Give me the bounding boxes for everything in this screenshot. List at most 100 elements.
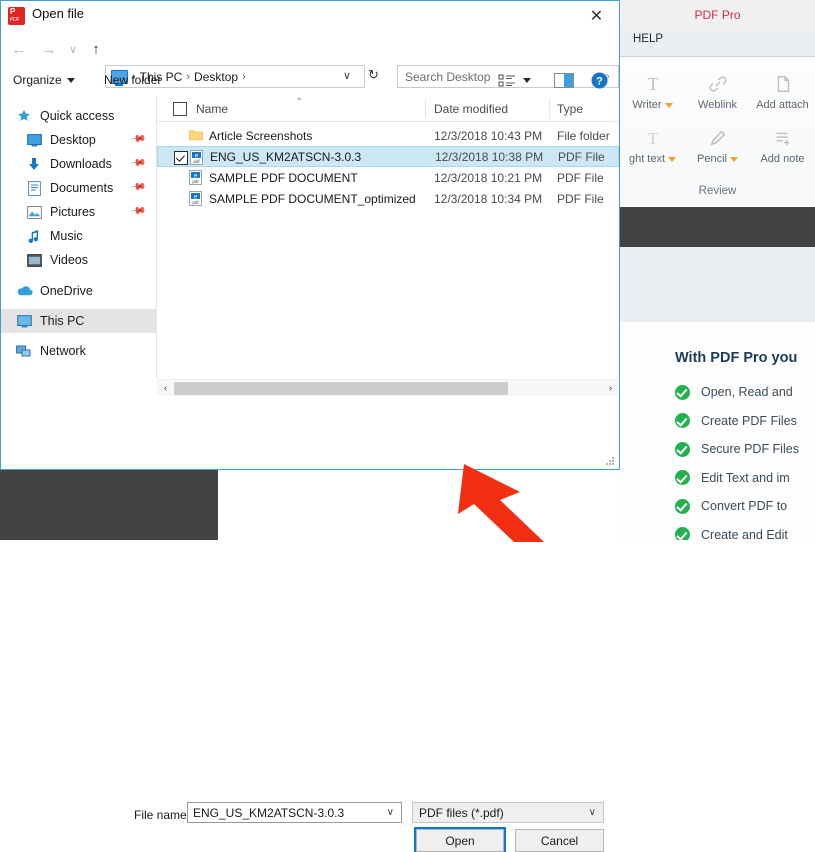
ribbon-button-pencil[interactable]: Pencil bbox=[685, 111, 750, 165]
sidebar-item-documents[interactable]: Documents 📌 bbox=[1, 176, 156, 200]
chevron-down-icon[interactable]: ∨ bbox=[589, 807, 603, 818]
chevron-down-icon[interactable] bbox=[665, 103, 673, 108]
table-row[interactable]: Article Screenshots 12/3/2018 10:43 PM F… bbox=[157, 125, 619, 146]
chevron-down-icon[interactable]: ∨ bbox=[387, 807, 401, 818]
sidebar-item-label: Documents bbox=[50, 181, 113, 195]
organize-button[interactable]: Organize bbox=[13, 73, 75, 87]
chevron-down-icon[interactable] bbox=[668, 157, 676, 162]
attachment-icon bbox=[772, 69, 794, 99]
promo-feature-label: Secure PDF Files bbox=[701, 442, 799, 456]
table-row[interactable]: epdf SAMPLE PDF DOCUMENT 12/3/2018 10:21… bbox=[157, 167, 619, 188]
table-row[interactable]: epdf ENG_US_KM2ATSCN-3.0.3 12/3/2018 10:… bbox=[157, 146, 619, 167]
organize-label: Organize bbox=[13, 73, 62, 87]
dialog-footer: File name: ENG_US_KM2ATSCN-3.0.3 ∨ PDF f… bbox=[1, 396, 619, 469]
check-circle-icon bbox=[675, 385, 690, 400]
ribbon-button-add-note[interactable]: Add note bbox=[750, 111, 815, 165]
app-title: PDF Pro bbox=[620, 0, 815, 29]
star-icon bbox=[15, 108, 33, 124]
view-layout-icon[interactable] bbox=[498, 71, 517, 90]
check-circle-icon bbox=[675, 527, 690, 540]
file-type: PDF File bbox=[557, 171, 604, 185]
open-button[interactable]: Open bbox=[416, 829, 504, 852]
text-writer-icon: T bbox=[642, 69, 664, 99]
file-name-input[interactable]: ENG_US_KM2ATSCN-3.0.3 ∨ bbox=[187, 802, 402, 823]
pdf-file-icon: epdf bbox=[189, 191, 203, 206]
row-checkbox[interactable] bbox=[174, 151, 188, 165]
pdf-file-icon: epdf bbox=[190, 150, 204, 165]
recent-locations-icon[interactable]: ∨ bbox=[63, 39, 83, 59]
ribbon-label-add-attach: Add attach bbox=[756, 99, 809, 111]
sidebar-item-downloads[interactable]: Downloads 📌 bbox=[1, 152, 156, 176]
scrollbar-thumb[interactable] bbox=[174, 382, 508, 395]
chevron-down-icon[interactable] bbox=[523, 71, 531, 90]
sidebar-item-quick-access[interactable]: Quick access bbox=[1, 104, 156, 128]
column-header-type[interactable]: Type bbox=[557, 102, 583, 116]
new-folder-button[interactable]: New folder bbox=[104, 73, 161, 87]
sidebar-item-label: Quick access bbox=[40, 109, 114, 123]
cancel-button[interactable]: Cancel bbox=[515, 829, 604, 852]
sidebar-item-pictures[interactable]: Pictures 📌 bbox=[1, 200, 156, 224]
dialog-toolbar: Organize New folder ? bbox=[1, 65, 619, 97]
scroll-right-icon[interactable]: › bbox=[604, 382, 617, 395]
videos-icon bbox=[25, 252, 43, 268]
ribbon-label-highlight-text: ght text bbox=[629, 153, 665, 165]
sidebar-item-this-pc[interactable]: This PC bbox=[1, 309, 156, 333]
svg-text:?: ? bbox=[596, 76, 603, 88]
column-header-date-modified[interactable]: Date modified bbox=[434, 102, 508, 116]
promo-feature-label: Create PDF Files bbox=[701, 414, 797, 428]
forward-icon[interactable]: → bbox=[39, 39, 59, 59]
svg-text:pdf: pdf bbox=[193, 159, 200, 164]
sidebar-item-onedrive[interactable]: OneDrive bbox=[1, 279, 156, 303]
sidebar-item-desktop[interactable]: Desktop 📌 bbox=[1, 128, 156, 152]
help-icon[interactable]: ? bbox=[591, 71, 608, 90]
preview-pane-icon[interactable] bbox=[554, 71, 574, 90]
close-icon[interactable]: ✕ bbox=[574, 1, 619, 31]
file-type-value: PDF files (*.pdf) bbox=[413, 806, 589, 820]
column-header-name[interactable]: Name bbox=[196, 102, 228, 116]
sidebar-item-network[interactable]: Network bbox=[1, 339, 156, 363]
file-date: 12/3/2018 10:21 PM bbox=[434, 171, 542, 185]
file-type-select[interactable]: PDF files (*.pdf) ∨ bbox=[412, 802, 604, 823]
file-name-label: File name: bbox=[134, 808, 190, 822]
file-date: 12/3/2018 10:34 PM bbox=[434, 192, 542, 206]
highlight-text-icon: T bbox=[642, 123, 664, 153]
promo-feature-list: Open, Read and Create PDF Files Secure P… bbox=[675, 378, 799, 540]
pin-icon[interactable]: 📌 bbox=[129, 155, 146, 171]
list-item: Create and Edit bbox=[675, 521, 799, 541]
dialog-title: Open file bbox=[32, 6, 84, 21]
file-name: SAMPLE PDF DOCUMENT bbox=[209, 171, 358, 185]
table-row[interactable]: epdf SAMPLE PDF DOCUMENT_optimized 12/3/… bbox=[157, 188, 619, 209]
menu-item-help[interactable]: HELP bbox=[633, 33, 663, 45]
promo-panel: With PDF Pro you Open, Read and Create P… bbox=[620, 322, 815, 540]
desktop-icon bbox=[25, 132, 43, 148]
pin-icon[interactable]: 📌 bbox=[129, 179, 146, 195]
ribbon-button-highlight-text[interactable]: T ght text bbox=[620, 111, 685, 165]
file-date: 12/3/2018 10:43 PM bbox=[434, 129, 542, 143]
link-icon bbox=[707, 69, 729, 99]
back-icon[interactable]: ← bbox=[9, 39, 29, 59]
pdf-file-icon: epdf bbox=[189, 170, 203, 185]
chevron-down-icon[interactable] bbox=[730, 157, 738, 162]
sidebar-item-videos[interactable]: Videos bbox=[1, 248, 156, 272]
dialog-body: Quick access Desktop 📌 Downloads 📌 bbox=[1, 96, 619, 379]
ribbon-button-writer[interactable]: T Writer bbox=[620, 57, 685, 111]
promo-feature-label: Create and Edit bbox=[701, 528, 788, 540]
ribbon-button-weblink[interactable]: Weblink bbox=[685, 57, 750, 111]
select-all-checkbox[interactable] bbox=[173, 102, 187, 116]
sidebar-item-music[interactable]: Music bbox=[1, 224, 156, 248]
scroll-left-icon[interactable]: ‹ bbox=[159, 382, 172, 395]
svg-text:pdf: pdf bbox=[192, 200, 199, 205]
ribbon-label-pencil: Pencil bbox=[697, 153, 727, 165]
pin-icon[interactable]: 📌 bbox=[129, 131, 146, 147]
pdf-app-icon: PPDF bbox=[8, 7, 25, 25]
up-icon[interactable]: ↑ bbox=[86, 39, 106, 59]
ribbon-label-add-note: Add note bbox=[760, 153, 804, 165]
pencil-icon bbox=[707, 123, 729, 153]
resize-grip[interactable] bbox=[606, 457, 615, 466]
horizontal-scrollbar[interactable]: ‹ › bbox=[157, 379, 619, 397]
sidebar-item-label: Videos bbox=[50, 253, 88, 267]
ribbon-row-1: T Writer Weblink bbox=[620, 57, 815, 111]
ribbon-button-add-attach[interactable]: Add attach bbox=[750, 57, 815, 111]
pin-icon[interactable]: 📌 bbox=[129, 203, 146, 219]
add-note-icon bbox=[772, 123, 794, 153]
